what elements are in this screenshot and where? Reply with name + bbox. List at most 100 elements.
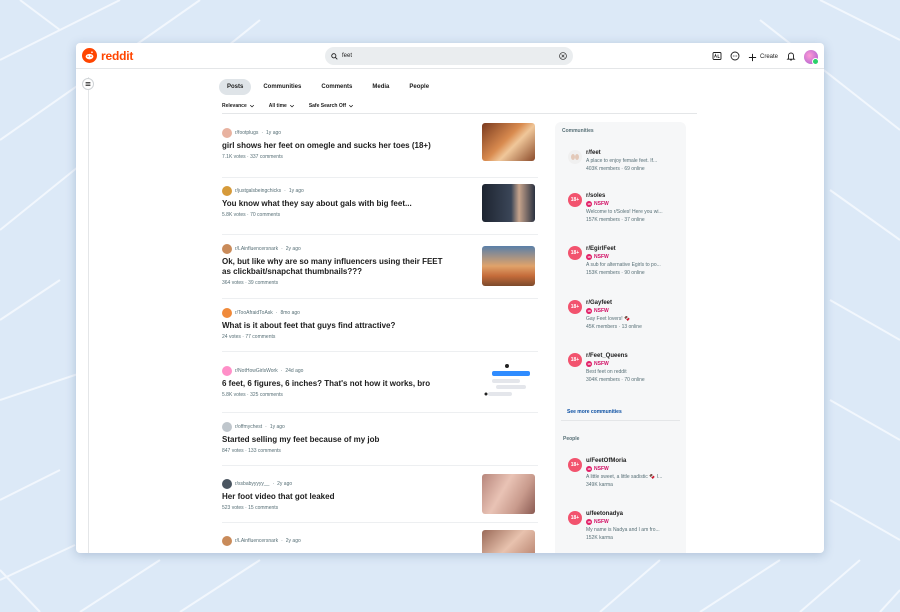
person-item[interactable]: 18+ u/feetonadya 18 NSFW My name is Nadya… — [568, 511, 678, 541]
hamburger-icon — [85, 82, 91, 86]
person-description: A little sweet, a little sadistic 🍫 I... — [586, 474, 663, 480]
post-item[interactable]: r/ssbabyyyyy__ · 2y ago Her foot video tha… — [222, 466, 538, 523]
clear-search-icon[interactable] — [559, 47, 567, 65]
subreddit-name[interactable]: r/footplugs — [235, 130, 258, 136]
vote-count: 24 votes — [222, 334, 241, 340]
bell-icon[interactable] — [786, 48, 796, 66]
community-name[interactable]: r/Gayfeet — [586, 300, 674, 306]
subreddit-name[interactable]: r/TooAfraidToAsk — [235, 310, 273, 316]
post-item[interactable]: r/LAinfluencersnark · 2y ago — [222, 523, 538, 553]
tab-comments[interactable]: Comments — [313, 79, 360, 95]
post-title[interactable]: What is it about feet that guys find att… — [222, 321, 450, 331]
filter-row: Relevance All time Safe Search Off — [222, 103, 354, 109]
post-thumbnail[interactable] — [482, 184, 535, 222]
nsfw-icon: 18 — [586, 308, 592, 314]
post-thumbnail[interactable] — [482, 474, 535, 514]
tab-people[interactable]: People — [401, 79, 437, 95]
search-input[interactable]: feet — [342, 53, 559, 59]
vote-count: 364 votes — [222, 280, 244, 286]
post-title[interactable]: Her foot video that got leaked — [222, 492, 450, 502]
karma-count: 152K karma — [586, 535, 613, 541]
community-description: Welcome to r/Soles! Here you wi... — [586, 209, 663, 215]
browser-window: reddit feet Create Posts Communities Com… — [76, 43, 824, 553]
tab-posts[interactable]: Posts — [219, 79, 252, 95]
subreddit-name[interactable]: r/ssbabyyyyy__ — [235, 481, 269, 487]
community-name[interactable]: r/Feet_Queens — [586, 353, 674, 359]
see-more-communities-link[interactable]: See more communities — [567, 409, 622, 415]
nsfw-avatar-icon: 18+ — [568, 353, 582, 367]
post-item[interactable]: r/offmychest · 1y ago Started selling my f… — [222, 413, 538, 466]
subreddit-name[interactable]: r/justgalsbeingchicks — [235, 188, 281, 194]
nsfw-icon: 18 — [586, 254, 592, 260]
person-item[interactable]: 18+ u/FeetOfMoria 18 NSFW A little sweet,… — [568, 458, 678, 488]
person-name[interactable]: u/feetonadya — [586, 511, 674, 517]
tab-media[interactable]: Media — [364, 79, 397, 95]
community-item[interactable]: 18+ r/Feet_Queens 18 NSFW Best feet on re… — [568, 353, 678, 383]
community-name[interactable]: r/EgirlFeet — [586, 246, 674, 252]
nsfw-avatar-icon: 18+ — [568, 458, 582, 472]
community-name[interactable]: r/feet — [586, 150, 674, 156]
vote-count: 7.1K votes — [222, 154, 246, 160]
post-item[interactable]: r/LAinfluencersnark · 2y ago Ok, but like … — [222, 235, 538, 299]
post-thumbnail[interactable] — [482, 123, 535, 161]
post-title[interactable]: 6 feet, 6 figures, 6 inches? That's not … — [222, 379, 450, 389]
comment-count[interactable]: 77 comments — [245, 334, 275, 340]
community-description: A place to enjoy female feet. If... — [586, 158, 658, 164]
person-description: My name is Nadya and I am fro... — [586, 527, 660, 533]
post-item[interactable]: r/TooAfraidToAsk · 8mo ago What is it abou… — [222, 299, 538, 352]
community-name[interactable]: r/soles — [586, 193, 674, 199]
comment-count[interactable]: 15 comments — [248, 505, 278, 511]
post-item[interactable]: r/footplugs · 1y ago girl shows her feet o… — [222, 120, 538, 178]
comment-count[interactable]: 337 comments — [250, 154, 283, 160]
time-dropdown[interactable]: All time — [269, 103, 295, 109]
comment-count[interactable]: 70 comments — [250, 212, 280, 218]
comment-count[interactable]: 325 comments — [250, 392, 283, 398]
nsfw-badge: 18 NSFW — [586, 308, 609, 314]
nsfw-avatar-icon: 18+ — [568, 246, 582, 260]
nsfw-badge: 18 NSFW — [586, 254, 609, 260]
community-item[interactable]: r/feet A place to enjoy female feet. If.… — [568, 150, 678, 172]
reddit-logo[interactable]: reddit — [82, 48, 133, 63]
logo-wordmark: reddit — [101, 48, 134, 63]
nsfw-avatar-icon: 18+ — [568, 300, 582, 314]
community-item[interactable]: 18+ r/EgirlFeet 18 NSFW A sub for alterna… — [568, 246, 678, 276]
ad-icon[interactable] — [712, 48, 722, 66]
post-age: 1y ago — [288, 188, 304, 194]
subreddit-avatar — [222, 186, 232, 196]
post-title[interactable]: You know what they say about gals with b… — [222, 199, 450, 209]
chat-icon[interactable] — [730, 48, 740, 66]
subreddit-name[interactable]: r/offmychest — [235, 424, 262, 430]
post-age: 1y ago — [269, 424, 285, 430]
safe-search-dropdown[interactable]: Safe Search Off — [309, 103, 354, 109]
post-thumbnail[interactable] — [482, 530, 535, 553]
community-description: A sub for alternative Egirls to po... — [586, 262, 661, 268]
subreddit-avatar — [222, 128, 232, 138]
subreddit-name[interactable]: r/NotHowGirlsWork — [235, 368, 278, 374]
sidebar-divider — [561, 420, 680, 421]
search-bar[interactable]: feet — [325, 47, 573, 65]
post-thumbnail[interactable] — [482, 362, 535, 400]
post-item[interactable]: r/justgalsbeingchicks · 1y ago You know wh… — [222, 178, 538, 235]
subreddit-name[interactable]: r/LAinfluencersnark — [235, 246, 278, 252]
left-rail-divider — [88, 77, 89, 553]
post-thumbnail[interactable] — [482, 246, 535, 286]
user-avatar[interactable] — [804, 50, 819, 65]
community-item[interactable]: 18+ r/soles 18 NSFW Welcome to r/Soles! H… — [568, 193, 678, 223]
post-title[interactable]: Started selling my feet because of my jo… — [222, 435, 450, 445]
communities-heading: Communities — [562, 128, 594, 134]
chevron-down-icon — [249, 104, 254, 108]
nsfw-avatar-icon: 18+ — [568, 193, 582, 207]
person-name[interactable]: u/FeetOfMoria — [586, 458, 674, 464]
subreddit-name[interactable]: r/LAinfluencersnark — [235, 538, 278, 544]
create-button[interactable]: Create — [748, 53, 778, 62]
comment-count[interactable]: 39 comments — [248, 280, 278, 286]
sort-dropdown[interactable]: Relevance — [222, 103, 255, 109]
community-item[interactable]: 18+ r/Gayfeet 18 NSFW Gay Feet lovers! 🍫 … — [568, 300, 678, 330]
nsfw-icon: 18 — [586, 361, 592, 367]
tab-communities[interactable]: Communities — [255, 79, 309, 95]
menu-toggle-button[interactable] — [82, 78, 94, 90]
post-title[interactable]: Ok, but like why are so many influencers… — [222, 257, 450, 277]
comment-count[interactable]: 133 comments — [248, 448, 281, 454]
post-title[interactable]: girl shows her feet on omegle and sucks … — [222, 141, 450, 151]
post-item[interactable]: r/NotHowGirlsWork · 24d ago 6 feet, 6 figu… — [222, 352, 538, 413]
